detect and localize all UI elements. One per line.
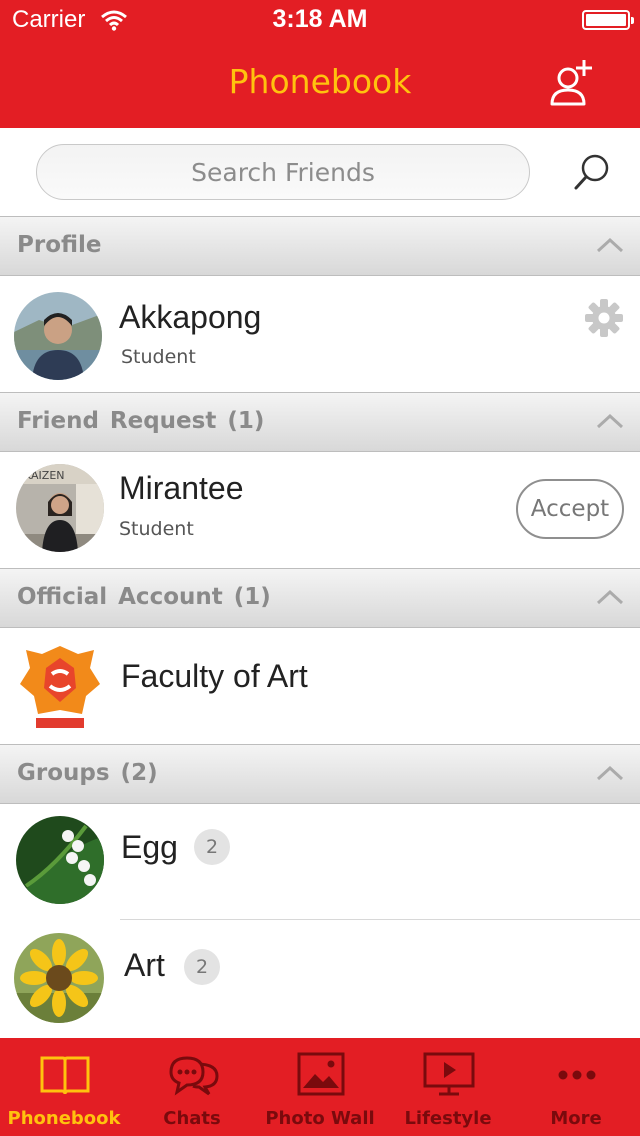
section-header-groups[interactable]: Groups (2) <box>0 744 640 804</box>
section-header-official-account[interactable]: Official Account (1) <box>0 568 640 628</box>
tv-play-icon <box>423 1052 475 1096</box>
group-row[interactable]: Egg 2 <box>0 804 640 920</box>
chevron-up-icon[interactable] <box>596 412 624 430</box>
chevron-up-icon[interactable] <box>596 588 624 606</box>
chevron-up-icon[interactable] <box>596 764 624 782</box>
tab-label: Chats <box>163 1108 221 1129</box>
friend-request-subtitle: Student <box>119 518 194 540</box>
group-avatar <box>16 816 104 904</box>
group-name: Egg <box>121 829 178 865</box>
member-count-badge: 2 <box>184 949 220 985</box>
gear-icon[interactable] <box>584 298 624 338</box>
add-friend-icon[interactable] <box>546 58 598 110</box>
profile-row[interactable]: Akkapong Student <box>0 276 640 392</box>
page-title: Phonebook <box>228 62 412 101</box>
chat-bubbles-icon <box>169 1056 219 1096</box>
section-header-profile[interactable]: Profile <box>0 216 640 276</box>
svg-text:KAIZEN: KAIZEN <box>24 469 65 482</box>
search-area <box>0 128 640 216</box>
avatar: KAIZEN <box>16 464 104 552</box>
tab-more[interactable]: More <box>512 1038 640 1136</box>
profile-subtitle: Student <box>121 346 196 368</box>
accept-button[interactable]: Accept <box>516 479 624 539</box>
faculty-logo <box>16 640 104 728</box>
tab-label: More <box>550 1108 602 1129</box>
status-time: 3:18 AM <box>272 5 368 33</box>
group-row[interactable]: Art 2 <box>0 920 640 1038</box>
official-account-row[interactable]: Faculty of Art <box>0 628 640 744</box>
section-title: Friend Request (1) <box>17 408 265 434</box>
section-header-friend-request[interactable]: Friend Request (1) <box>0 392 640 452</box>
avatar <box>14 292 102 380</box>
battery-icon <box>582 10 634 30</box>
book-icon <box>40 1056 90 1095</box>
member-count-badge: 2 <box>194 829 230 865</box>
group-avatar <box>14 933 104 1023</box>
tab-label: Phonebook <box>7 1108 121 1129</box>
tab-label: Lifestyle <box>404 1108 492 1129</box>
status-bar: Carrier 3:18 AM <box>0 0 640 40</box>
section-title: Groups (2) <box>17 760 158 786</box>
tab-photo-wall[interactable]: Photo Wall <box>256 1038 384 1136</box>
chevron-up-icon[interactable] <box>596 236 624 254</box>
profile-name: Akkapong <box>119 299 262 335</box>
tab-label: Photo Wall <box>265 1108 375 1129</box>
section-title: Profile <box>17 232 102 258</box>
search-input[interactable] <box>36 144 530 200</box>
tab-lifestyle[interactable]: Lifestyle <box>384 1038 512 1136</box>
tab-chats[interactable]: Chats <box>128 1038 256 1136</box>
navigation-bar: Phonebook <box>0 40 640 128</box>
section-title: Official Account (1) <box>17 584 271 610</box>
search-icon[interactable] <box>572 152 612 192</box>
official-account-name: Faculty of Art <box>121 658 308 694</box>
group-name: Art <box>124 947 165 983</box>
tab-phonebook[interactable]: Phonebook <box>0 1038 128 1136</box>
more-dots-icon <box>558 1070 596 1080</box>
image-icon <box>297 1052 345 1096</box>
friend-request-name: Mirantee <box>119 470 244 506</box>
tab-bar: Phonebook Chats Photo Wall Lifestyle Mor… <box>0 1038 640 1136</box>
